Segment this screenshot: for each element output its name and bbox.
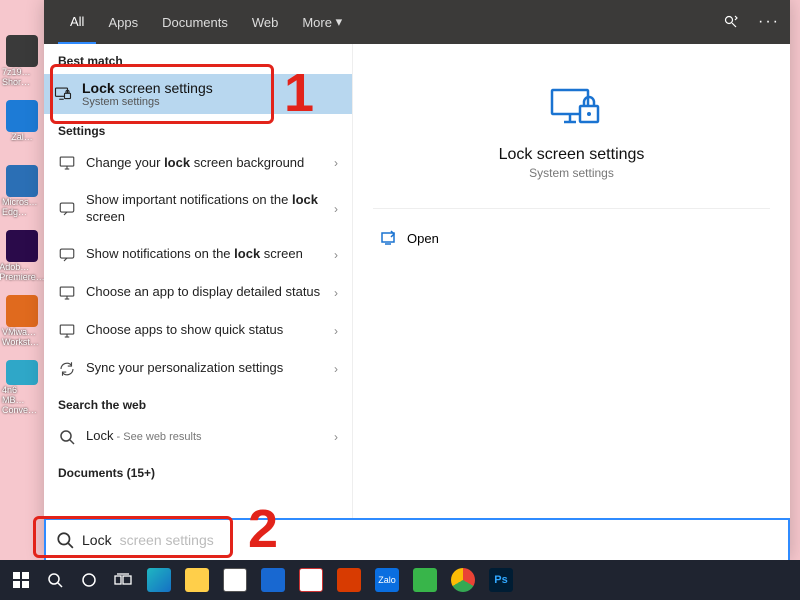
taskbar-app-store[interactable] — [218, 565, 252, 595]
search-tabs: All Apps Documents Web More ▾ ··· — [44, 0, 790, 44]
section-search-web: Search the web — [44, 388, 352, 418]
chevron-right-icon: › — [334, 324, 338, 338]
lock-monitor-icon — [54, 85, 72, 103]
tab-more[interactable]: More ▾ — [290, 0, 354, 44]
desktop: 7z19… Shor… Zal… Micros… Edg… Adob… Prem… — [0, 0, 44, 560]
monitor-icon — [58, 322, 76, 340]
desktop-icon[interactable]: 7z19… Shor… — [2, 35, 42, 90]
chevron-right-icon: › — [334, 362, 338, 376]
section-best-match: Best match — [44, 44, 352, 74]
taskbar-app-zalo[interactable]: Zalo — [370, 565, 404, 595]
search-icon — [56, 531, 74, 549]
chevron-right-icon: › — [334, 202, 338, 216]
search-icon — [58, 428, 76, 446]
result-text: Sync your personalization settings — [86, 360, 324, 377]
taskbar-app-photoshop[interactable]: Ps — [484, 565, 518, 595]
settings-result[interactable]: Choose apps to show quick status › — [44, 312, 352, 350]
result-text: Show notifications on the lock screen — [86, 246, 324, 263]
desktop-icon[interactable]: Zal… — [2, 100, 42, 155]
monitor-icon — [58, 154, 76, 172]
search-typed-text: Lock — [82, 532, 112, 548]
tab-web[interactable]: Web — [240, 0, 291, 44]
taskbar-app-gift[interactable] — [294, 565, 328, 595]
best-match-result[interactable]: Lock screen settings System settings — [44, 74, 352, 114]
best-match-title: Lock screen settings — [82, 80, 213, 96]
result-text: Show important notifications on the lock… — [86, 192, 324, 226]
desktop-icon[interactable]: Adob… Premiere… — [2, 230, 42, 285]
search-autocomplete-ghost: screen settings — [120, 532, 214, 548]
chevron-right-icon: › — [334, 430, 338, 444]
preview-subtitle: System settings — [529, 166, 614, 180]
result-preview: Lock screen settings System settings Ope… — [352, 44, 790, 518]
web-result[interactable]: Lock - See web results › — [44, 418, 352, 456]
open-icon — [379, 229, 397, 247]
tab-all[interactable]: All — [58, 0, 96, 44]
results-list: Best match Lock screen settings System s… — [44, 44, 352, 518]
open-label: Open — [407, 231, 439, 246]
taskbar-app-explorer[interactable] — [180, 565, 214, 595]
chevron-right-icon: › — [334, 286, 338, 300]
preview-lock-monitor-icon — [548, 84, 596, 132]
result-text: Change your lock screen background — [86, 155, 324, 172]
taskbar-search-icon[interactable] — [40, 565, 70, 595]
settings-result[interactable]: Show important notifications on the lock… — [44, 182, 352, 236]
preview-title: Lock screen settings — [499, 146, 645, 164]
tab-apps[interactable]: Apps — [96, 0, 150, 44]
task-view-icon[interactable] — [108, 565, 138, 595]
settings-result[interactable]: Choose an app to display detailed status… — [44, 274, 352, 312]
result-text: Choose an app to display detailed status — [86, 284, 324, 301]
divider — [373, 208, 770, 209]
chevron-right-icon: › — [334, 248, 338, 262]
desktop-icon[interactable]: VMwa… Workst… — [2, 295, 42, 350]
taskbar-app-edge[interactable] — [142, 565, 176, 595]
search-panel: All Apps Documents Web More ▾ ··· Best m… — [44, 0, 790, 560]
taskbar-app-office[interactable] — [332, 565, 366, 595]
chat-icon — [58, 246, 76, 264]
monitor-icon — [58, 284, 76, 302]
section-settings: Settings — [44, 114, 352, 144]
desktop-icon[interactable]: Micros… Edg… — [2, 165, 42, 220]
section-documents: Documents (15+) — [44, 456, 352, 486]
result-text: Choose apps to show quick status — [86, 322, 324, 339]
start-button[interactable] — [6, 565, 36, 595]
cortana-icon[interactable] — [74, 565, 104, 595]
chevron-right-icon: › — [334, 156, 338, 170]
chat-icon — [58, 200, 76, 218]
feedback-icon[interactable] — [722, 13, 740, 31]
open-action[interactable]: Open — [353, 221, 790, 255]
best-match-subtitle: System settings — [82, 96, 213, 108]
tab-documents[interactable]: Documents — [150, 0, 240, 44]
more-options-icon[interactable]: ··· — [758, 13, 780, 31]
taskbar-app-line[interactable] — [408, 565, 442, 595]
search-input-row[interactable]: Lock screen settings — [44, 518, 790, 560]
desktop-icon[interactable]: 4n6 MB… Conve… — [2, 360, 42, 415]
taskbar: Zalo Ps — [0, 560, 800, 600]
settings-result[interactable]: Change your lock screen background › — [44, 144, 352, 182]
sync-icon — [58, 360, 76, 378]
settings-result[interactable]: Show notifications on the lock screen › — [44, 236, 352, 274]
settings-result[interactable]: Sync your personalization settings › — [44, 350, 352, 388]
taskbar-app-mail[interactable] — [256, 565, 290, 595]
taskbar-app-chrome[interactable] — [446, 565, 480, 595]
